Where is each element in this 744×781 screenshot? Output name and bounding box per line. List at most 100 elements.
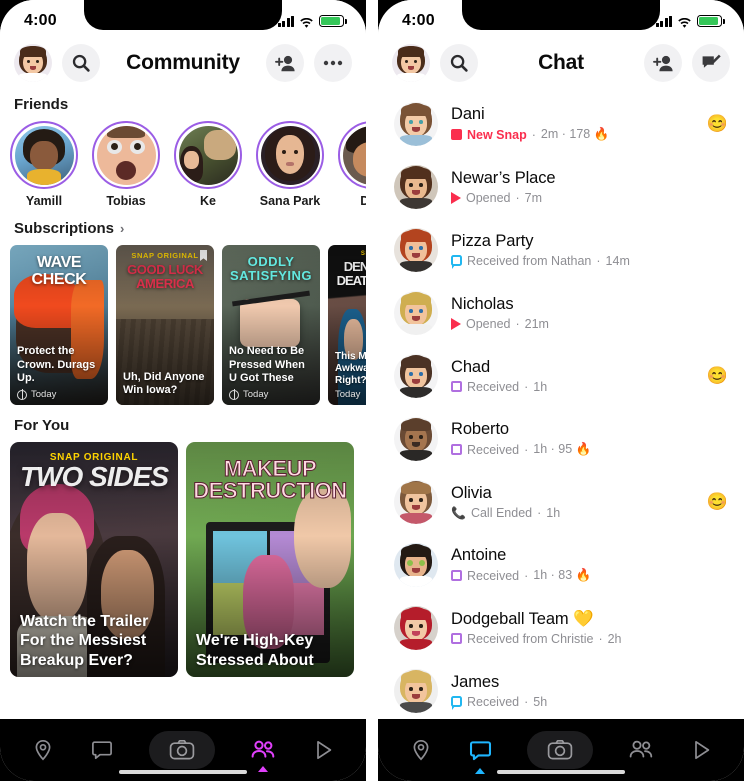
chat-list-item[interactable]: Nicholas Opened · 21m	[378, 281, 744, 344]
friend-story-item[interactable]: Dan	[336, 121, 366, 208]
avatar	[394, 479, 438, 524]
subscription-card[interactable]: WAVE CHECK Protect the Crown. Durags Up.…	[10, 245, 108, 405]
foryou-card[interactable]: SNAP ORIGINAL TWO SIDES Watch the Traile…	[10, 442, 178, 677]
nav-item-discover[interactable]	[311, 738, 335, 762]
nav-item-camera[interactable]	[527, 731, 594, 769]
chat-list-item[interactable]: Pizza Party Received from Nathan · 14m	[378, 218, 744, 281]
chat-name: Pizza Party	[451, 231, 534, 250]
story-ring	[256, 121, 324, 189]
dual-phone-screenshot: 4:00 Community Friends Yamill Tobias Ke …	[0, 0, 744, 781]
chat-name: Antoine	[451, 546, 507, 564]
friend-name: Yamill	[25, 194, 63, 208]
add-friend-icon[interactable]	[266, 44, 304, 82]
avatar	[394, 353, 438, 398]
avatar	[342, 125, 366, 185]
chat-text: James Received · 5h	[451, 672, 715, 710]
avatar	[394, 668, 438, 713]
chat-name: James	[451, 672, 500, 691]
friends-people-icon	[629, 740, 653, 758]
profile-bitmoji-avatar[interactable]	[14, 44, 52, 82]
chat-list-item[interactable]: Newar’s Place Opened · 7m	[378, 155, 744, 218]
chat-list-item[interactable]: Chad Received · 1h 😊	[378, 344, 744, 407]
avatar	[260, 125, 320, 185]
chat-name: Newar’s Place	[451, 168, 556, 187]
camera-button[interactable]	[527, 731, 594, 769]
community-header: Community	[0, 36, 366, 92]
chat-status-label: Received	[467, 568, 520, 583]
subscriptions-carousel[interactable]: WAVE CHECK Protect the Crown. Durags Up.…	[0, 245, 366, 405]
camera-button[interactable]	[148, 731, 215, 769]
device-notch	[84, 0, 282, 30]
search-icon[interactable]	[62, 44, 100, 82]
chat-text: Antoine Received · 1h · 83 🔥	[451, 546, 715, 583]
bitmoji-face	[14, 44, 52, 82]
story-ring	[174, 121, 242, 189]
card-title: We're High-Key Stressed About	[196, 632, 314, 670]
chat-list[interactable]: Dani New Snap · 2m · 178 🔥 😊 Newar’s Pla…	[378, 92, 744, 719]
globe-icon	[229, 389, 239, 400]
more-options-icon[interactable]	[314, 44, 352, 82]
chat-name: Roberto	[451, 420, 510, 438]
chat-status-time: 2m · 178 🔥	[540, 127, 610, 141]
chat-text: Nicholas Opened · 21m	[451, 295, 715, 331]
chat-status: Received from Christie · 2h	[451, 632, 715, 646]
chat-status: Received · 1h · 83 🔥	[451, 568, 715, 583]
friend-story-item[interactable]: Tobias	[90, 121, 162, 208]
chat-status: Received · 1h · 95 🔥	[451, 442, 715, 457]
community-phone: 4:00 Community Friends Yamill Tobias Ke …	[0, 0, 366, 781]
location-pin-icon	[413, 739, 429, 761]
subscription-card[interactable]: SNAP ORIGINAL GOOD LUCK AMERICA Uh, Did …	[116, 245, 214, 405]
friend-story-item[interactable]: Sana Park	[254, 121, 326, 208]
chat-status-detail: ·	[531, 127, 536, 142]
received-chat-bubble-icon	[451, 696, 462, 710]
chat-status-time: 1h · 95 🔥	[533, 442, 592, 456]
subscriptions-label: Subscriptions	[14, 220, 115, 237]
search-icon[interactable]	[440, 44, 478, 82]
page-title: Community	[126, 51, 240, 74]
avatar	[394, 164, 438, 209]
friends-stories-row[interactable]: Yamill Tobias Ke Sana Park D	[0, 121, 366, 208]
card-title: No Need to Be Pressed When U Got These	[229, 345, 305, 384]
chat-list-item[interactable]: Dani New Snap · 2m · 178 🔥 😊	[378, 92, 744, 155]
avatar	[394, 416, 438, 461]
status-indicators	[277, 9, 347, 28]
friend-story-item[interactable]: Yamill	[8, 121, 80, 208]
home-indicator	[497, 769, 625, 774]
foryou-card[interactable]: MAKEUP DESTRUCTION We're High-Key Stress…	[186, 442, 354, 677]
chat-list-item[interactable]: Dodgeball Team 💛 Received from Christie …	[378, 596, 744, 659]
friend-story-item[interactable]: Ke	[172, 121, 244, 208]
subscription-card[interactable]: SNAP DEN DEATH This Mo Awkwar Right? Tod…	[328, 245, 366, 405]
avatar	[394, 290, 438, 335]
nav-item-map[interactable]	[31, 738, 55, 762]
nav-item-chat[interactable]	[90, 738, 114, 762]
chat-status-label: Received	[467, 379, 520, 394]
nav-item-chat[interactable]	[468, 738, 493, 774]
chat-status: 📞 Call Ended · 1h	[451, 505, 561, 520]
chat-list-item[interactable]: James Received · 5h	[378, 659, 744, 719]
add-friend-icon[interactable]	[644, 44, 682, 82]
opened-arrow-icon	[451, 191, 461, 204]
nav-item-map[interactable]	[409, 738, 433, 762]
chat-status: Opened · 21m	[451, 317, 715, 331]
subscription-card[interactable]: ODDLY SATISFYING No Need to Be Pressed W…	[222, 245, 320, 405]
card-big-text: TWO SIDES	[19, 461, 169, 492]
received-snap-square-icon	[451, 570, 462, 581]
active-indicator	[475, 767, 486, 774]
chat-status-label: Received	[467, 442, 520, 457]
chat-name: Nicholas	[451, 294, 514, 313]
subscriptions-section-title[interactable]: Subscriptions ›	[0, 208, 366, 245]
nav-item-friends[interactable]	[250, 739, 276, 772]
nav-item-discover[interactable]	[689, 738, 713, 762]
chat-text: Roberto Received · 1h · 95 🔥	[451, 420, 715, 457]
nav-item-friends[interactable]	[628, 739, 654, 761]
friend-name: Sana Park	[259, 194, 321, 208]
chat-list-item[interactable]: Roberto Received · 1h · 95 🔥	[378, 407, 744, 470]
profile-bitmoji-avatar[interactable]	[392, 44, 430, 82]
nav-item-camera[interactable]	[148, 731, 215, 769]
chat-text: Chad Received · 1h	[451, 358, 694, 394]
chat-list-item[interactable]: Olivia 📞 Call Ended · 1h 😊	[378, 470, 744, 533]
chat-list-item[interactable]: Antoine Received · 1h · 83 🔥	[378, 533, 744, 596]
foryou-carousel[interactable]: SNAP ORIGINAL TWO SIDES Watch the Traile…	[0, 442, 366, 677]
battery-full-icon	[319, 15, 347, 27]
new-chat-compose-icon[interactable]	[692, 44, 730, 82]
